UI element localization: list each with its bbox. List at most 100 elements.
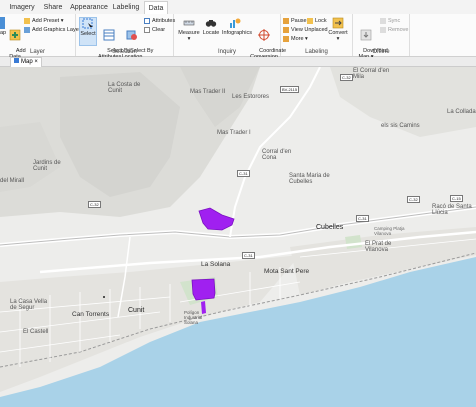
measure-label: Measure [178, 30, 200, 36]
basemap-button[interactable]: ap [0, 17, 6, 36]
place-label: El Corral d'en Mila [353, 68, 390, 80]
more-button[interactable]: More ▾ [283, 35, 308, 43]
convert-icon [332, 17, 344, 29]
road-shield: C-31 [237, 170, 250, 177]
place-label: Cubelles [316, 224, 344, 231]
labeling-group-label: Labeling [305, 49, 328, 55]
select-button[interactable]: Select [79, 17, 97, 46]
purple-polygon-south[interactable] [191, 278, 216, 301]
lock-button[interactable]: Lock [307, 17, 327, 25]
pause-button[interactable]: Pause [283, 17, 307, 25]
remove-icon [380, 26, 386, 33]
locate-label: Locate [202, 30, 220, 36]
remove-button[interactable]: Remove [380, 26, 408, 34]
map-tab-label: Map [21, 59, 33, 65]
road-shield: C-32 [407, 196, 420, 203]
binoculars-icon [205, 20, 217, 27]
map-canvas[interactable]: La Costa de Cunit Mas Trader II Les Esto… [0, 67, 476, 407]
place-label: El Prat de Vilanova [365, 241, 392, 253]
tab-share[interactable]: Share [40, 1, 66, 14]
place-label: Corral d'en Cona [262, 149, 292, 161]
infographics-button[interactable]: Infographics [222, 17, 252, 36]
close-icon[interactable]: × [34, 59, 38, 65]
view-unplaced-button[interactable]: View Unplaced [283, 26, 328, 34]
place-label: els sis Camins [381, 123, 420, 129]
road-shield: BV-2115 [280, 86, 300, 93]
inquiry-group-label: Inquiry [217, 49, 236, 55]
layer-group: ap Add Data Add Preset ▾ Add Graphics La… [0, 14, 81, 60]
place-label: Jardins de Cunit [33, 160, 61, 172]
offline-group-label: Offline [372, 49, 390, 55]
lock-icon [307, 17, 313, 24]
add-preset-label: Add Preset [32, 18, 60, 24]
place-label: Santa Maria de Cubelles [289, 173, 330, 185]
place-label: Les Estorores [232, 94, 270, 100]
sync-button[interactable]: Sync [380, 17, 400, 25]
select-label: Select [80, 31, 96, 37]
place-label: Camping Platja Vilanova [374, 226, 405, 236]
view-tab-strip: Map × [0, 57, 476, 67]
offline-group: Download Map ▾ Sync Remove Offline [353, 14, 410, 60]
ribbon-tab-strip: Imagery Share Appearance Labeling Data [0, 0, 476, 15]
map-basemap [0, 67, 476, 407]
purple-polygon-north[interactable] [198, 207, 235, 231]
map-tab-icon [14, 58, 19, 63]
basemap-icon [0, 17, 5, 29]
add-graphics-layer-button[interactable]: Add Graphics Layer [24, 26, 81, 34]
add-preset-button[interactable]: Add Preset ▾ [24, 17, 64, 25]
pause-icon [283, 17, 289, 24]
map-view-tab[interactable]: Map × [10, 57, 42, 67]
place-label: Can Torrents [72, 311, 110, 318]
infographics-label: Infographics [222, 30, 252, 36]
basemap-label: ap [0, 30, 6, 36]
measure-button[interactable]: Measure ▾ [178, 17, 200, 42]
layer-group-label: Layer [29, 49, 45, 55]
remove-label: Remove [388, 27, 409, 33]
selection-group: Select Select By Attributes Select By Lo… [76, 14, 175, 60]
tab-data[interactable]: Data [144, 1, 168, 15]
clear-icon [144, 26, 150, 33]
sync-icon [380, 17, 386, 24]
place-label: Racó de Santa Llúcia [432, 204, 472, 216]
place-label: Cunit [128, 307, 145, 314]
place-label: Mota Sant Pere [264, 268, 310, 275]
graphics-layer-icon [24, 26, 30, 33]
place-label: La Casa Vella de Segur [10, 299, 48, 311]
add-data-icon [9, 29, 21, 41]
convert-label: Convert [328, 30, 348, 36]
location-select-icon [126, 30, 137, 40]
road-shield: C-15 [450, 195, 463, 202]
download-map-icon [360, 29, 372, 41]
place-label: La Solana [201, 261, 231, 268]
ribbon: ap Add Data Add Preset ▾ Add Graphics La… [0, 14, 476, 60]
pause-label: Pause [291, 18, 307, 24]
convert-button[interactable]: Convert ▾ [327, 17, 349, 42]
place-label: Polígon Industrial Solana [184, 310, 203, 325]
unplaced-icon [283, 26, 289, 33]
attributes-label: Attributes [152, 18, 176, 24]
place-label: Mas Trader II [190, 89, 226, 95]
ruler-icon [183, 20, 195, 26]
attributes-button[interactable]: Attributes [144, 17, 175, 25]
road-shield: C-32 [340, 74, 353, 81]
locate-button[interactable]: Locate [202, 17, 220, 36]
place-label: La Collada [447, 109, 476, 115]
select-cursor-icon [82, 18, 93, 29]
selection-group-label: Selection [112, 49, 137, 55]
tab-imagery[interactable]: Imagery [8, 1, 36, 14]
more-icon [283, 35, 289, 42]
labeling-group: Pause Lock View Unplaced More ▾ Convert ▾… [281, 14, 353, 56]
place-label: El Castell [23, 329, 49, 335]
more-label: More [291, 36, 304, 42]
add-graphics-layer-label: Add Graphics Layer [32, 27, 81, 33]
place-label: del Mirall [0, 178, 25, 184]
table-select-icon [103, 29, 115, 41]
clear-button[interactable]: Clear [144, 26, 165, 34]
road-shield: C-32 [88, 201, 101, 208]
infographics-icon [230, 18, 241, 28]
add-preset-icon [24, 17, 30, 24]
tab-labeling[interactable]: Labeling [111, 1, 141, 14]
tab-appearance[interactable]: Appearance [70, 1, 108, 14]
road-shield: C-31 [356, 215, 369, 222]
coordinate-icon [258, 29, 270, 41]
